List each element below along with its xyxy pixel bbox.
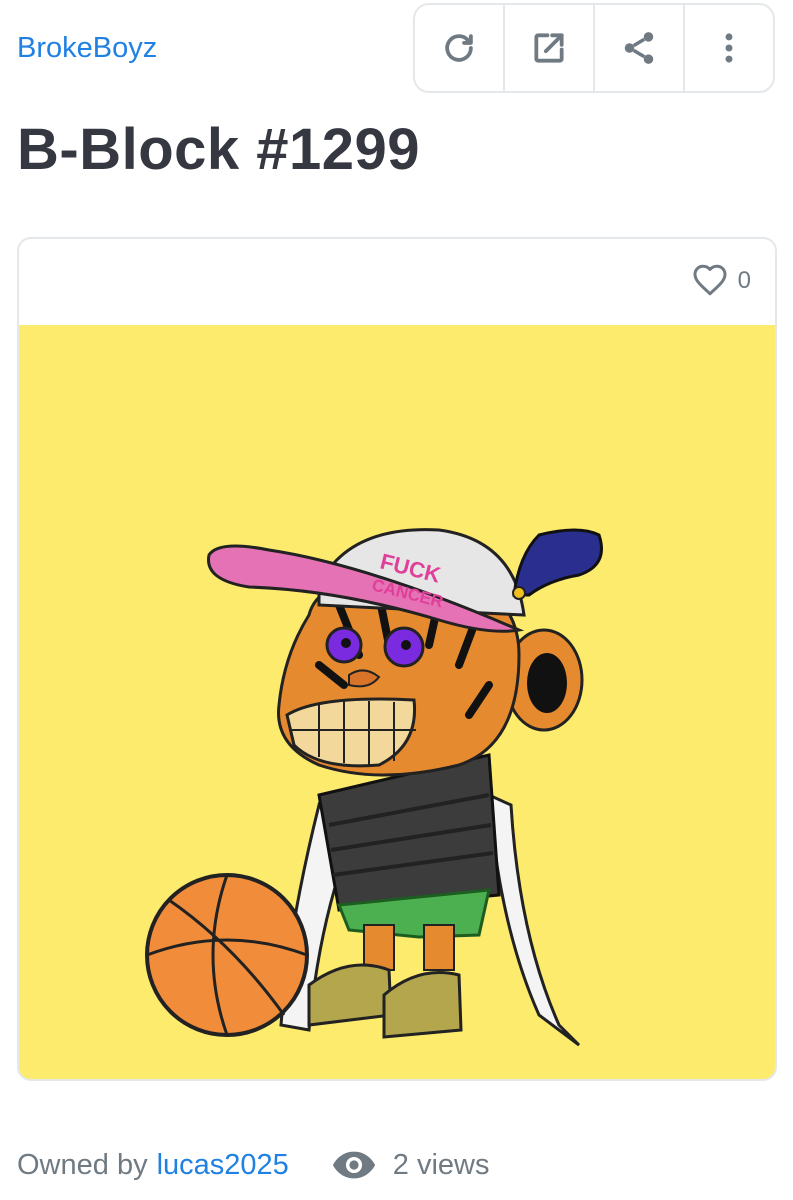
nft-image[interactable]: FUCK CANCER: [19, 325, 775, 1079]
share-button[interactable]: [595, 5, 685, 91]
item-footer: Owned by lucas2025 2 views: [17, 1142, 490, 1188]
nft-artwork: FUCK CANCER: [19, 325, 775, 1079]
item-media-card: 0 FUCK CANCER: [17, 237, 777, 1081]
external-link-icon: [534, 33, 564, 63]
owned-by-label: Owned by: [17, 1149, 148, 1181]
item-toolbar: [413, 3, 775, 93]
refresh-icon: [445, 34, 473, 62]
share-icon: [624, 32, 654, 64]
collection-link[interactable]: BrokeBoyz: [17, 30, 157, 66]
card-header: 0: [19, 239, 775, 325]
favorite-button[interactable]: 0: [692, 263, 751, 299]
owner-link[interactable]: lucas2025: [157, 1145, 289, 1185]
views-count: 2 views: [331, 1142, 490, 1188]
eye-icon: [332, 1151, 375, 1179]
more-vertical-icon: [725, 33, 733, 63]
heart-icon: [693, 264, 727, 296]
item-title: B-Block #1299: [17, 117, 421, 182]
views-text: 2 views: [392, 1149, 490, 1181]
favorite-count: 0: [737, 267, 751, 294]
more-options-button[interactable]: [685, 5, 773, 91]
open-external-button[interactable]: [505, 5, 595, 91]
refresh-button[interactable]: [415, 5, 505, 91]
